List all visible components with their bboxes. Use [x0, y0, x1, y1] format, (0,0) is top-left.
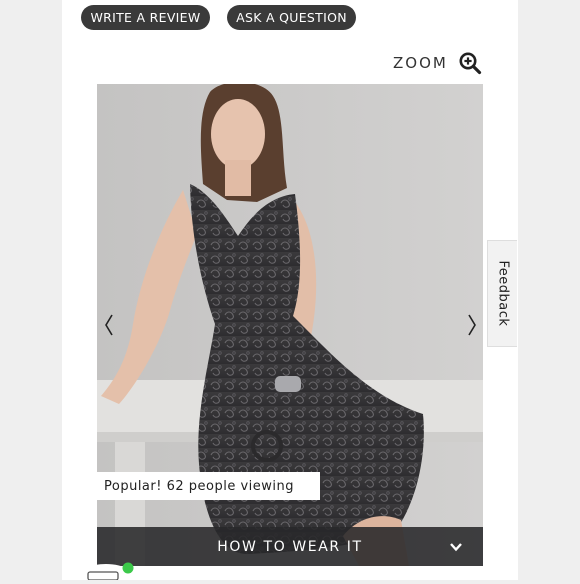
chevron-right-icon: [468, 314, 476, 336]
carousel-next-button[interactable]: [462, 312, 482, 338]
carousel-prev-button[interactable]: [99, 312, 119, 338]
chevron-left-icon: [105, 314, 113, 336]
popularity-badge: Popular! 62 people viewing: [97, 472, 320, 500]
ask-question-button[interactable]: ASK A QUESTION: [227, 5, 356, 30]
popularity-text: Popular! 62 people viewing: [104, 478, 294, 494]
how-to-wear-it-toggle[interactable]: HOW TO WEAR IT: [97, 527, 483, 566]
zoom-control[interactable]: ZOOM: [393, 50, 482, 76]
chat-widget-icon[interactable]: [76, 562, 136, 581]
how-to-wear-it-label: HOW TO WEAR IT: [217, 538, 363, 555]
chevron-down-icon: [450, 543, 462, 552]
chat-widget[interactable]: [76, 562, 136, 581]
status-dot-icon: [122, 562, 134, 574]
write-review-button[interactable]: WRITE A REVIEW: [81, 5, 210, 30]
zoom-label: ZOOM: [393, 54, 448, 72]
feedback-label: Feedback: [495, 260, 511, 327]
zoom-in-icon[interactable]: [458, 51, 482, 75]
feedback-tab[interactable]: Feedback: [487, 240, 517, 347]
